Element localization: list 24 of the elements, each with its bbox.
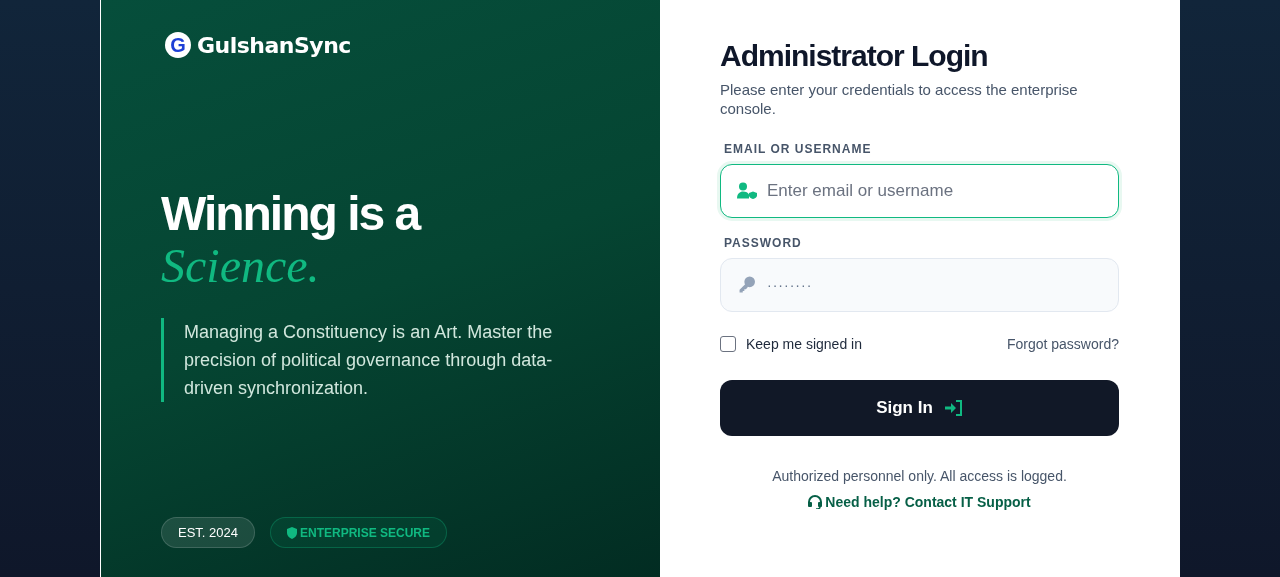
- quote-text: Managing a Constituency is an Art. Master the precision of political governance through data-driven synchronization.: [161, 318, 584, 402]
- brand-name: GulshanSync: [197, 32, 351, 58]
- key-icon: [737, 276, 757, 293]
- field-label: EMAIL OR USERNAME: [724, 142, 873, 156]
- shield-icon: [287, 526, 297, 539]
- field-label: PASSWORD: [724, 236, 803, 250]
- year-badge: EST. 2024: [161, 517, 255, 548]
- password-field[interactable]: ········: [720, 258, 1119, 312]
- username-field[interactable]: Enter email or username: [720, 164, 1119, 218]
- user-shield-icon: [737, 182, 757, 199]
- sign-in-icon: [944, 400, 963, 416]
- forgot-password-link[interactable]: Forgot password?: [1006, 336, 1119, 352]
- logo-icon: G: [165, 32, 191, 58]
- headset-icon: [808, 495, 823, 509]
- remember-label: Keep me signed in: [746, 336, 862, 352]
- help-link[interactable]: Need help? Contact IT Support: [808, 494, 1031, 510]
- headline-accent: Science.: [161, 240, 320, 292]
- access-notice: Authorized personnel only. All access is logged.: [771, 468, 1068, 484]
- login-title: Administrator Login: [720, 38, 989, 74]
- headline: Winning is a: [161, 188, 422, 240]
- security-badge: ENTERPRISE SECURE: [270, 517, 448, 548]
- sign-in-button[interactable]: Sign In: [720, 380, 1119, 436]
- remember-checkbox[interactable]: [720, 336, 736, 352]
- login-subtitle: Please enter your credentials to access the enterprise console.: [720, 80, 1079, 118]
